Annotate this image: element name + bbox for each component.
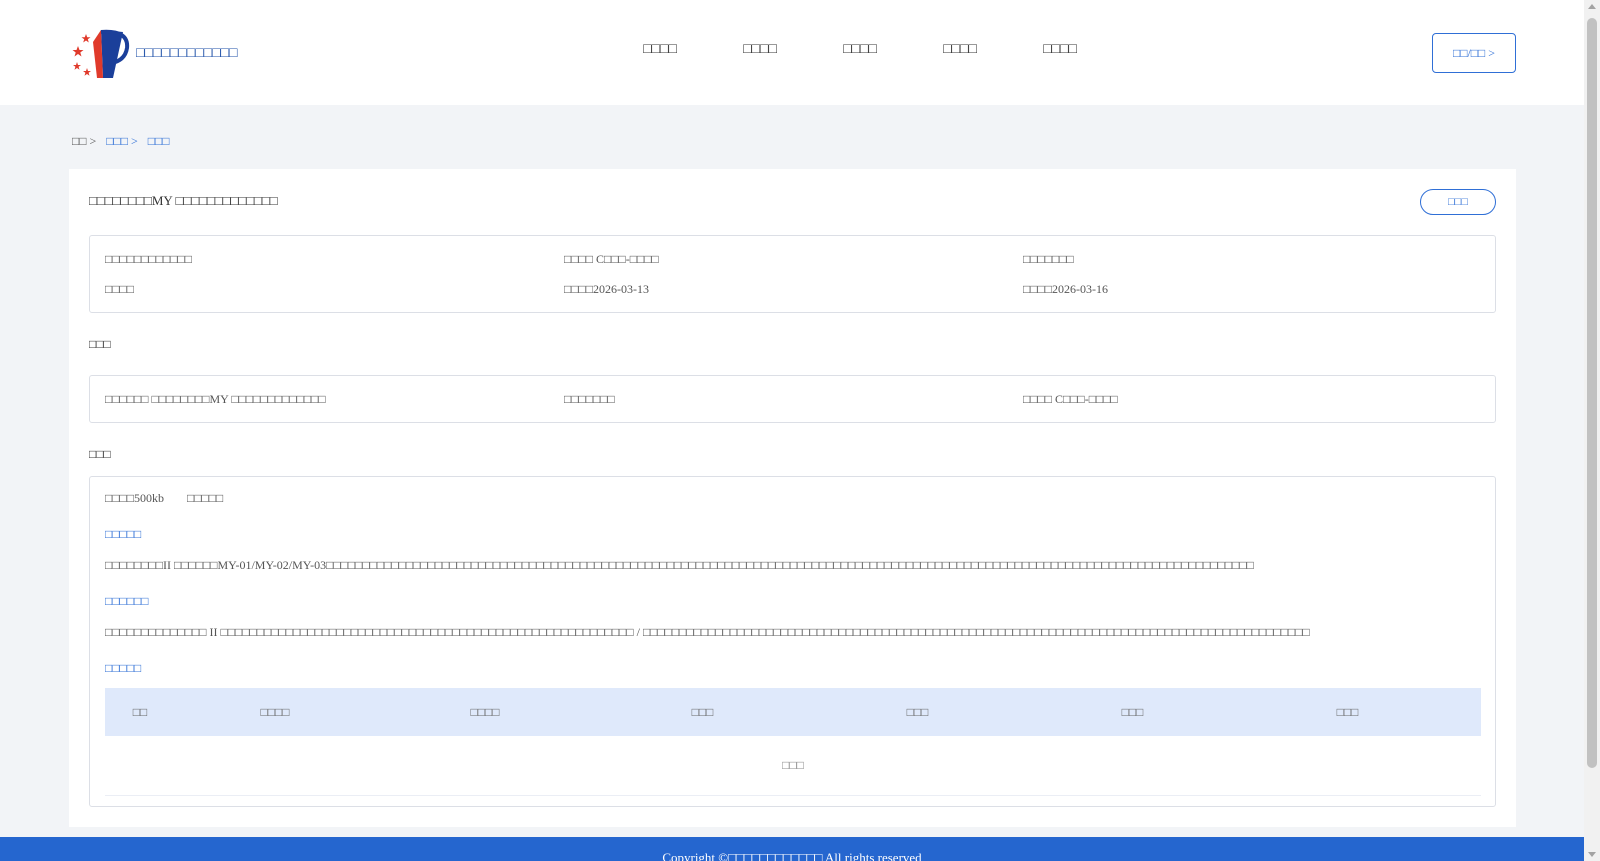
start-date: □□□□2026-03-13 <box>564 282 649 296</box>
info-field: □□□□ <box>105 282 134 296</box>
footer: Copyright ©□□□□□□□□□□□□ All rights reser… <box>0 837 1584 861</box>
info-field: □□□□ C□□□-□□□□ <box>1023 392 1118 406</box>
file-size: □□□□500kb <box>105 491 164 505</box>
data-table: □□ □□□□ □□□□ □□□ □□□ □□□ □□□ □□□ <box>105 688 1481 796</box>
back-button[interactable]: □□□ <box>1420 189 1496 215</box>
info-box-2: □□□□□□ □□□□□□□□MY □□□□□□□□□□□□□ □□□□□□□ … <box>89 375 1496 423</box>
page-title: □□□□□□□□MY □□□□□□□□□□□□□ <box>89 193 278 208</box>
paragraph-1: □□□□□□□□II □□□□□□MY-01/MY-02/MY-03□□□□□□… <box>105 558 1254 572</box>
table-header-cell: □□□□ <box>260 704 290 719</box>
breadcrumb-current: □□□ <box>147 134 170 148</box>
detail-card: □□□□□□□□MY □□□□□□□□□□□□□ □□□ □□□□□□□□□□□… <box>69 169 1516 827</box>
file-meta: □□□□□ <box>187 491 224 505</box>
content-box: □□□□500kb □□□□□ □□□□□ □□□□□□□□II □□□□□□M… <box>89 476 1496 807</box>
table-header: □□ □□□□ □□□□ □□□ □□□ □□□ □□□ <box>105 688 1481 736</box>
table-empty-row: □□□ <box>105 736 1481 796</box>
sub-title-2: □□□□□□ <box>105 594 149 608</box>
table-header-cell: □□□□ <box>470 704 500 719</box>
site-name[interactable]: □□□□□□□□□□□□ <box>136 46 237 62</box>
main-nav: □□□□ □□□□ □□□□ □□□□ □□□□ <box>610 42 1110 58</box>
copyright-text: Copyright ©□□□□□□□□□□□□ All rights reser… <box>662 850 922 861</box>
section-label-2: □□□ <box>89 337 111 351</box>
breadcrumb-home[interactable]: □□ > <box>72 134 96 149</box>
top-header: □□□□□□□□□□□□ □□□□ □□□□ □□□□ □□□□ □□□□ □□… <box>0 0 1584 105</box>
table-header-cell: □□□ <box>906 704 929 719</box>
national-emblem-logo-icon[interactable] <box>71 28 131 80</box>
info-field: □□□□ C□□□-□□□□ <box>564 252 659 266</box>
login-register-button[interactable]: □□/□□ > <box>1432 33 1516 73</box>
info-field: □□□□□□□□□□□□ <box>105 252 192 266</box>
nav-item-5[interactable]: □□□□ <box>1010 42 1110 58</box>
table-header-cell: □□□ <box>1336 704 1359 719</box>
table-header-cell: □□□ <box>1121 704 1144 719</box>
info-field: □□□□□□□ <box>564 392 615 406</box>
scroll-thumb[interactable] <box>1587 18 1597 768</box>
info-field: □□□□□□□ <box>1023 252 1074 266</box>
nav-item-4[interactable]: □□□□ <box>910 42 1010 58</box>
nav-item-3[interactable]: □□□□ <box>810 42 910 58</box>
scroll-up-arrow-icon[interactable] <box>1588 4 1596 9</box>
nav-item-2[interactable]: □□□□ <box>710 42 810 58</box>
info-field: □□□□□□ □□□□□□□□MY □□□□□□□□□□□□□ <box>105 392 326 406</box>
paragraph-2: □□□□□□□□□□□□□□ II □□□□□□□□□□□□□□□□□□□□□□… <box>105 625 1310 639</box>
nav-item-1[interactable]: □□□□ <box>610 42 710 58</box>
sub-title-3: □□□□□ <box>105 661 142 675</box>
end-date: □□□□2026-03-16 <box>1023 282 1108 296</box>
table-header-cell: □□ <box>132 704 148 719</box>
info-box: □□□□□□□□□□□□ □□□□ C□□□-□□□□ □□□□□□□ □□□□… <box>89 235 1496 313</box>
page-scrollbar[interactable] <box>1584 0 1600 861</box>
scroll-down-arrow-icon[interactable] <box>1588 852 1596 857</box>
breadcrumb-category[interactable]: □□□ > <box>106 134 138 149</box>
table-header-cell: □□□ <box>691 704 714 719</box>
section-label-3: □□□ <box>89 447 111 461</box>
page: □□□□□□□□□□□□ □□□□ □□□□ □□□□ □□□□ □□□□ □□… <box>0 0 1584 861</box>
breadcrumb: □□ > □□□ > □□□ <box>72 134 180 149</box>
sub-title-1: □□□□□ <box>105 527 142 541</box>
